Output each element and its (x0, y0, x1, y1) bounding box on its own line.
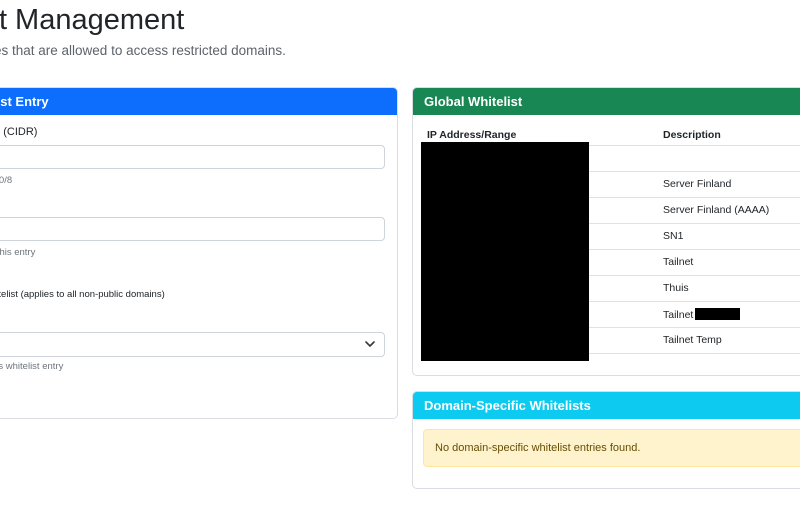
redaction-block (695, 308, 741, 320)
page-title: ist Management (0, 4, 185, 36)
network-input[interactable] (0, 145, 385, 169)
global-whitelist-card: Global Whitelist IP Address/Range Descri… (412, 87, 800, 376)
domain-whitelist-card: Domain-Specific Whitelists No domain-spe… (412, 391, 800, 489)
chevron-down-icon (365, 341, 375, 347)
domain-select[interactable] (0, 332, 385, 357)
page-subtitle: es that are allowed to access restricted… (0, 43, 286, 58)
network-help: 0.0/8 (0, 175, 13, 186)
row-description: SN1 (663, 230, 684, 242)
row-description: Tailnet Temp (663, 334, 722, 346)
description-help: r this entry (0, 247, 36, 258)
row-description: Thuis (663, 282, 689, 294)
add-entry-card: list Entry rk (CIDR) 0.0/8 r this entry … (0, 87, 398, 419)
column-header-description: Description (663, 129, 721, 141)
global-whitelist-checkbox-label[interactable]: hitelist (applies to all non-public doma… (0, 289, 165, 300)
domain-help: his whitelist entry (0, 361, 64, 372)
global-whitelist-header: Global Whitelist (413, 88, 800, 115)
row-description: Server Finland (AAAA) (663, 204, 770, 216)
description-input[interactable] (0, 217, 385, 241)
empty-alert: No domain-specific whitelist entries fou… (423, 429, 800, 467)
redacted-ip-column (421, 142, 589, 361)
domain-whitelist-header: Domain-Specific Whitelists (413, 392, 800, 419)
row-description-text: Tailnet (663, 309, 694, 321)
row-description: Tailnet (663, 308, 741, 321)
column-header-ip: IP Address/Range (427, 129, 517, 141)
row-description: Server Finland (663, 178, 732, 190)
add-entry-header: list Entry (0, 88, 397, 115)
network-label: rk (CIDR) (0, 126, 38, 138)
row-description: Tailnet (663, 256, 694, 268)
